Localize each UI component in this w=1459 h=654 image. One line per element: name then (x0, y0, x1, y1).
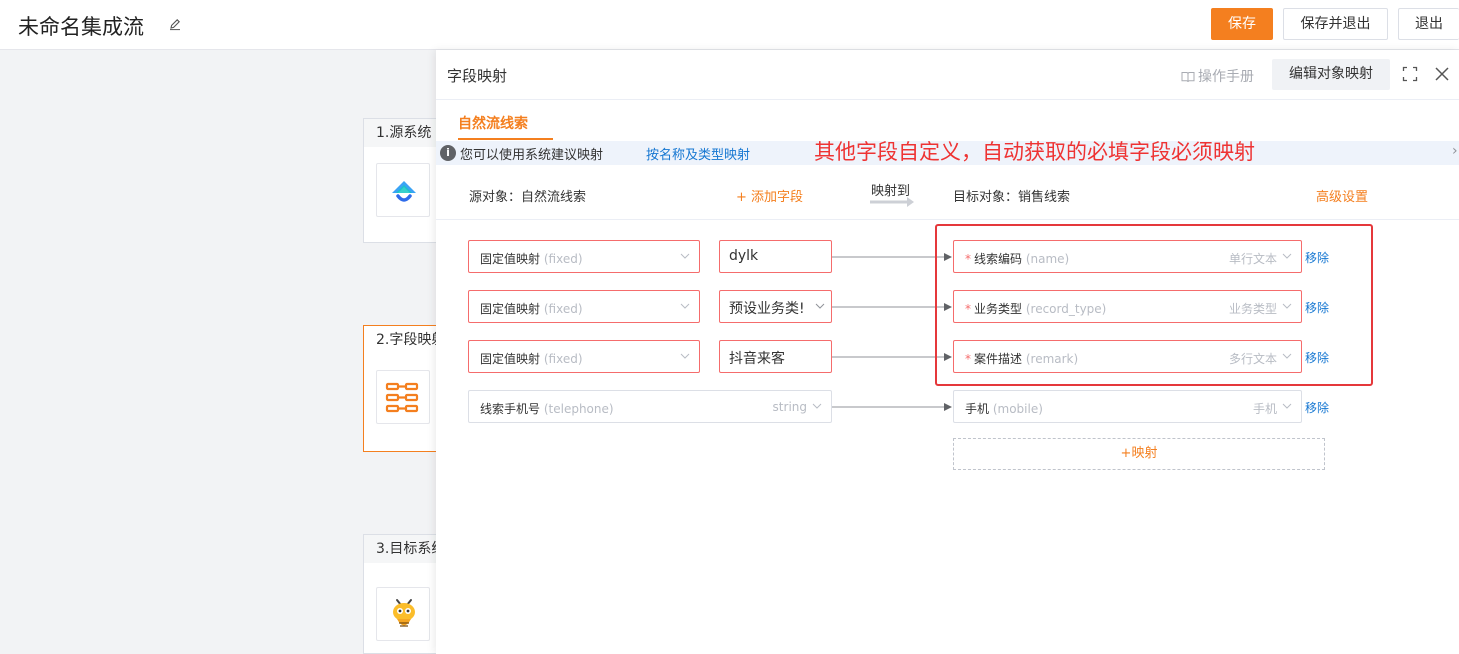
flow-step-label: 1.源系统 (364, 119, 442, 147)
tab-natural-flow-leads[interactable]: 自然流线索 (458, 113, 528, 133)
annotation-highlight-frame (935, 224, 1373, 386)
exit-button[interactable]: 退出 (1398, 8, 1459, 40)
chevron-down-icon (1282, 403, 1292, 409)
flow-step-target[interactable]: 3.目标系统 (363, 534, 443, 654)
edit-title-icon[interactable] (168, 17, 182, 31)
target-app-icon (376, 587, 430, 641)
chevron-right-icon[interactable]: › (1452, 143, 1458, 159)
save-button[interactable]: 保存 (1211, 8, 1273, 40)
fixed-value-input[interactable]: dylk (719, 240, 832, 273)
advanced-settings-button[interactable]: 高级设置 (1316, 186, 1368, 205)
field-mapping-drawer: 字段映射 操作手册 编辑对象映射 自然流线索 i 您可以使用系统建议映射 按名称… (436, 50, 1459, 654)
fixed-value-select[interactable]: 预设业务类! (719, 290, 832, 323)
chevron-down-icon (812, 403, 822, 409)
divider (436, 219, 1459, 220)
manual-link[interactable]: 操作手册 (1181, 66, 1254, 86)
field-type-label: 手机 (1252, 402, 1277, 416)
target-field-select[interactable]: 手机 (mobile) 手机 (953, 390, 1302, 423)
fullscreen-icon[interactable] (1402, 66, 1418, 82)
source-field-label: 固定值映射 (fixed) (480, 252, 583, 266)
chevron-down-icon (680, 303, 690, 309)
page-title: 未命名集成流 (18, 15, 144, 39)
auto-map-by-name-type-link[interactable]: 按名称及类型映射 (646, 144, 750, 163)
save-and-exit-button[interactable]: 保存并退出 (1283, 8, 1388, 40)
edit-object-mapping-button[interactable]: 编辑对象映射 (1272, 59, 1390, 90)
add-mapping-button[interactable]: +映射 (953, 438, 1325, 470)
divider (436, 99, 1459, 100)
flow-step-source[interactable]: 1.源系统 (363, 118, 443, 243)
source-field-select[interactable]: 线索手机号 (telephone) string (468, 390, 832, 423)
target-object-label: 目标对象：销售线索 (953, 190, 1071, 205)
remove-mapping-button[interactable]: 移除 (1305, 399, 1329, 416)
mapping-arrow-icon (832, 403, 952, 411)
source-field-select[interactable]: 固定值映射 (fixed) (468, 240, 700, 273)
annotation-text: 其他字段自定义，自动获取的必填字段必须映射 (814, 140, 1255, 164)
field-mapping-icon (376, 370, 430, 424)
fixed-value-input[interactable]: 抖音来客 (719, 340, 832, 373)
book-icon (1181, 72, 1195, 83)
drawer-title: 字段映射 (447, 67, 508, 85)
map-to-arrow-icon (870, 197, 914, 207)
top-bar: 未命名集成流 保存 保存并退出 退出 (0, 0, 1459, 50)
flow-step-label: 3.目标系统 (364, 535, 442, 563)
tab-active-indicator (458, 138, 553, 140)
source-app-icon (376, 163, 430, 217)
chevron-down-icon (680, 353, 690, 359)
flow-step-label: 2.字段映射 (364, 326, 442, 354)
source-field-select[interactable]: 固定值映射 (fixed) (468, 290, 700, 323)
flow-step-mapping[interactable]: 2.字段映射 (363, 325, 443, 452)
tip-text: 您可以使用系统建议映射 (460, 148, 604, 163)
info-icon: i (440, 145, 456, 161)
source-object-label: 源对象：自然流线索 (469, 190, 587, 205)
field-type-label: string (772, 400, 807, 414)
chevron-down-icon (813, 302, 825, 310)
add-field-button[interactable]: + 添加字段 (736, 186, 803, 205)
suggestion-tip-bar: i 您可以使用系统建议映射 按名称及类型映射 其他字段自定义，自动获取的必填字段… (436, 140, 1459, 165)
close-icon[interactable] (1433, 65, 1451, 83)
chevron-down-icon (680, 253, 690, 259)
source-field-select[interactable]: 固定值映射 (fixed) (468, 340, 700, 373)
manual-label: 操作手册 (1198, 69, 1254, 85)
